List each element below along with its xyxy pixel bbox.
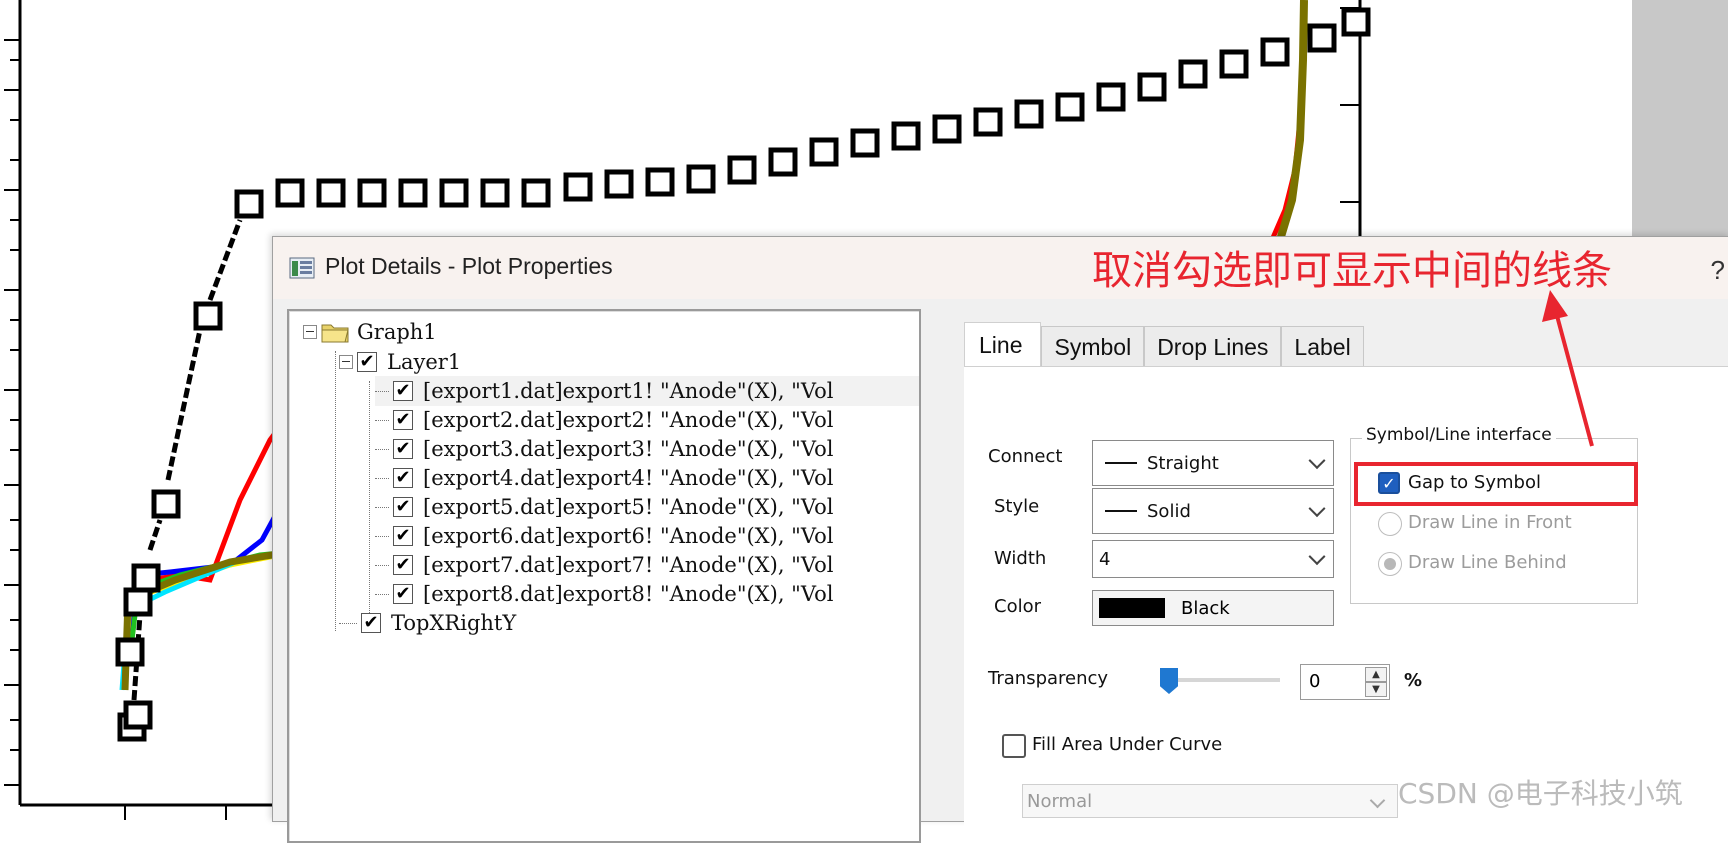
collapse-icon[interactable] [339,355,353,369]
plot-checkbox[interactable]: ✔ [393,526,413,546]
line-sample [1105,462,1137,464]
tree-node-layer[interactable]: ✔ Layer1 [339,347,461,377]
color-label: Color [994,596,1041,617]
series-olive-right [1276,0,1308,242]
tree-node-graph[interactable]: Graph1 [303,317,437,347]
fill-area-label: Fill Area Under Curve [1032,734,1223,755]
transparency-label: Transparency [988,668,1109,689]
chevron-down-icon [1308,500,1326,518]
plot-checkbox[interactable]: ✔ [393,497,413,517]
tree-item-label: [export2.dat]export2! "Anode"(X), "Vol [423,408,834,432]
tree-item[interactable]: ✔ [export3.dat]export3! "Anode"(X), "Vol [375,434,833,464]
width-value: 4 [1099,548,1111,570]
percent-unit: % [1404,670,1423,691]
tree-item[interactable]: ✔ [export1.dat]export1! "Anode"(X), "Vol [375,376,919,406]
bottom-axis-ticks [124,805,227,820]
collapse-icon[interactable] [303,325,317,339]
highlight-box [1354,462,1638,506]
fill-mode-value: Normal [1027,791,1093,812]
tree-item-label: [export7.dat]export7! "Anode"(X), "Vol [423,553,834,577]
plot-checkbox[interactable]: ✔ [393,381,413,401]
tree-item-label: [export4.dat]export4! "Anode"(X), "Vol [423,466,834,490]
chevron-down-icon [1308,548,1326,566]
right-axis-ticks [1340,7,1360,203]
transparency-value: 0 [1309,671,1321,692]
plot-checkbox[interactable]: ✔ [393,410,413,430]
connect-label: Connect [988,446,1063,467]
tab-symbol[interactable]: Symbol [1041,326,1145,367]
color-button[interactable]: Black [1092,590,1334,626]
transparency-spinbox[interactable]: 0 ▲ ▼ [1300,664,1390,700]
group-title: Symbol/Line interface [1362,425,1556,445]
fill-area-checkbox[interactable] [1002,734,1026,758]
plot-checkbox[interactable]: ✔ [393,555,413,575]
tree-item[interactable]: ✔ [export4.dat]export4! "Anode"(X), "Vol [375,463,833,493]
tree-label-layer: Layer1 [387,350,462,374]
tree-item-label: [export1.dat]export1! "Anode"(X), "Vol [423,379,834,403]
connect-select[interactable]: Straight [1092,440,1334,486]
spin-up-icon[interactable]: ▲ [1365,667,1387,682]
fill-mode-select: Normal [1022,784,1398,818]
style-label: Style [994,496,1040,517]
transparency-slider-track[interactable] [1160,678,1280,682]
tree-item-label: [export6.dat]export6! "Anode"(X), "Vol [423,524,834,548]
line-sample [1105,510,1137,512]
dialog-title: Plot Details - Plot Properties [325,253,613,279]
plot-checkbox[interactable]: ✔ [393,439,413,459]
folder-icon [321,324,349,343]
connect-value: Straight [1147,452,1219,474]
layer-checkbox[interactable]: ✔ [357,352,377,372]
tab-strip: Line Symbol Drop Lines Label [964,322,1364,367]
width-select[interactable]: 4 [1092,540,1334,578]
plot-checkbox[interactable]: ✔ [393,584,413,604]
tree-label-topxrighty: TopXRightY [391,611,517,635]
tree-item[interactable]: ✔ [export7.dat]export7! "Anode"(X), "Vol [375,550,833,580]
left-axis-ticks [4,39,20,786]
tree-item[interactable]: ✔ [export8.dat]export8! "Anode"(X), "Vol [375,579,833,609]
tab-line[interactable]: Line [964,322,1042,367]
help-icon[interactable]: ? [1711,255,1725,286]
color-value: Black [1181,597,1230,619]
tree-item[interactable]: ✔ [export6.dat]export6! "Anode"(X), "Vol [375,521,833,551]
series-black [131,219,243,701]
tree-item-label: [export8.dat]export8! "Anode"(X), "Vol [423,582,834,606]
width-label: Width [994,548,1047,569]
style-select[interactable]: Solid [1092,488,1334,534]
plot-tree[interactable]: Graph1 ✔ Layer1 ✔ [export1.dat]export1! … [287,309,921,843]
plot-details-icon [289,257,315,279]
tree-item-label: [export3.dat]export3! "Anode"(X), "Vol [423,437,834,461]
tree-node-topxrighty[interactable]: ✔ TopXRightY [339,608,516,638]
draw-front-radio[interactable] [1378,512,1402,536]
draw-behind-label: Draw Line Behind [1408,552,1567,573]
chevron-down-icon [1308,452,1326,470]
color-swatch [1099,598,1165,618]
tree-item[interactable]: ✔ [export5.dat]export5! "Anode"(X), "Vol [375,492,833,522]
tree-item[interactable]: ✔ [export2.dat]export2! "Anode"(X), "Vol [375,405,833,435]
draw-behind-radio[interactable] [1378,552,1402,576]
layer-checkbox[interactable]: ✔ [361,613,381,633]
chevron-down-icon [1369,792,1386,809]
tree-item-label: [export5.dat]export5! "Anode"(X), "Vol [423,495,834,519]
watermark: CSDN @电子科技小筑 [1398,777,1683,810]
style-value: Solid [1147,500,1191,522]
tab-drop-lines[interactable]: Drop Lines [1144,326,1282,367]
tree-label-graph: Graph1 [357,320,437,344]
annotation-text: 取消勾选即可显示中间的线条 [1092,248,1612,294]
plot-checkbox[interactable]: ✔ [393,468,413,488]
tab-label[interactable]: Label [1281,326,1364,367]
spin-down-icon[interactable]: ▼ [1365,682,1387,697]
draw-front-label: Draw Line in Front [1408,512,1572,533]
